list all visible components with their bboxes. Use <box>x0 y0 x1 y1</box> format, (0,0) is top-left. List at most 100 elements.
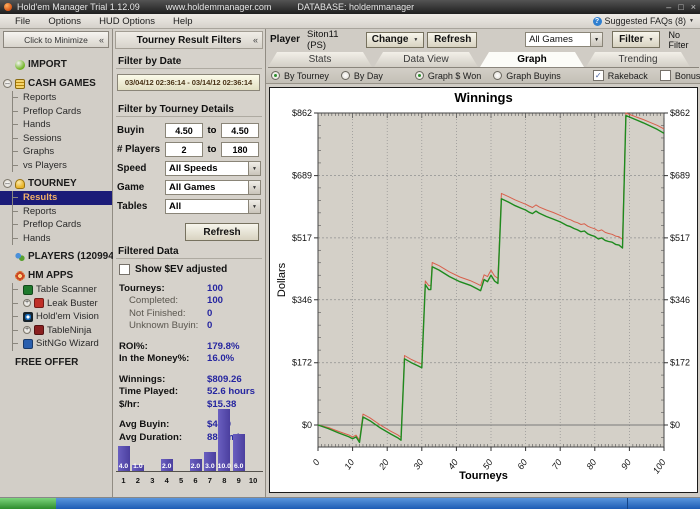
nav-section-free-offer[interactable]: FREE OFFER <box>0 355 112 370</box>
sidebar-minimize-button[interactable]: Click to Minimize « <box>3 31 109 48</box>
players-from-input[interactable] <box>165 142 203 157</box>
tree-connector <box>12 118 20 132</box>
window-site-label: www.holdemmanager.com <box>165 2 272 12</box>
filter-by-date-label: Filter by Date <box>118 56 182 67</box>
suggested-faqs-button[interactable]: ? Suggested FAQs (8) ▼ <box>592 16 694 26</box>
histogram-x-label: 1 <box>121 476 126 485</box>
stat-row-tourneys: Tourneys: 100 <box>119 282 259 295</box>
tab-trending[interactable]: Trending <box>586 52 690 67</box>
player-refresh-button[interactable]: Refresh <box>427 31 478 48</box>
filter-button[interactable]: Filter ▼ <box>612 31 661 48</box>
checkbox-bonuses[interactable] <box>659 70 671 81</box>
menu-item-file[interactable]: File <box>6 16 39 27</box>
nav-section-cash-games[interactable]: – CASH GAMES <box>0 76 112 91</box>
player-label: Player <box>270 34 301 45</box>
refresh-button[interactable]: Refresh <box>185 223 259 241</box>
minimize-label: Click to Minimize <box>24 34 88 45</box>
nav-item-sessions[interactable]: Sessions <box>0 131 112 145</box>
histogram-x-label: 3 <box>150 476 155 485</box>
nav-item-label: Reports <box>23 92 57 104</box>
svg-text:$172: $172 <box>291 358 311 368</box>
nav-section-tourney[interactable]: – TOURNEY <box>0 176 112 191</box>
change-label: Change <box>371 34 409 45</box>
show-ev-adjusted-checkbox[interactable] <box>119 264 130 275</box>
nav-section-hm-apps[interactable]: HM APPS <box>0 268 112 283</box>
histogram-x-label: 8 <box>222 476 227 485</box>
nav-section-players-120994[interactable]: PLAYERS (120994) <box>0 249 117 264</box>
nav-item-vs-players[interactable]: vs Players <box>0 158 112 172</box>
minimize-button[interactable]: – <box>666 0 671 14</box>
nav-item-preflop-cards[interactable]: Preflop Cards <box>0 218 112 232</box>
dropdown-arrow-icon[interactable]: ▼ <box>248 162 260 175</box>
games-dropdown-value: All Games <box>529 34 573 45</box>
dropdown-arrow-icon[interactable]: ▼ <box>248 200 260 213</box>
tab-data-view[interactable]: Data View <box>374 52 478 67</box>
divider <box>116 116 262 117</box>
svg-text:$689: $689 <box>670 171 690 181</box>
stat-value: 0 <box>207 307 213 319</box>
tree-expander-icon[interactable]: + <box>23 326 31 335</box>
nav-item-sitngo-wizard[interactable]: SitNGo Wizard <box>0 337 112 351</box>
window-controls: – □ × <box>666 0 696 14</box>
tree-expander-icon[interactable]: – <box>3 79 12 88</box>
tab-stats[interactable]: Stats <box>268 52 372 67</box>
radio-graph-won[interactable] <box>414 71 424 80</box>
nav-section-label: PLAYERS (120994) <box>28 251 118 262</box>
tree-connector <box>12 231 20 245</box>
speed-dropdown[interactable]: All Speeds ▼ <box>165 161 261 176</box>
tourney-filter-panel: Tourney Result Filters « Filter by Date … <box>113 29 266 497</box>
dropdown-arrow-icon[interactable]: ▼ <box>590 33 603 46</box>
nav-item-results[interactable]: Results <box>0 191 112 205</box>
game-dropdown[interactable]: All Games ▼ <box>165 180 261 195</box>
nav-item-tableninja[interactable]: + TableNinja <box>0 323 112 337</box>
games-dropdown[interactable]: All Games ▼ <box>525 32 604 47</box>
svg-text:$346: $346 <box>291 295 311 305</box>
nav-item-reports[interactable]: Reports <box>0 204 112 218</box>
buyin-from-input[interactable] <box>165 123 203 138</box>
stat-value: $809.26 <box>207 373 242 385</box>
stat-label: Unknown Buyin: <box>129 320 199 332</box>
tree-connector <box>12 91 20 105</box>
tree-expander-icon[interactable]: – <box>3 179 12 188</box>
radio-label: Graph $ Won <box>427 70 482 81</box>
menu-item-hud-options[interactable]: HUD Options <box>90 16 164 27</box>
players-to-input[interactable] <box>221 142 259 157</box>
filter-row-speed: Speed All Speeds ▼ <box>117 160 261 177</box>
svg-text:$517: $517 <box>670 233 690 243</box>
checkbox-label: Rakeback <box>607 70 648 81</box>
nav-item-reports[interactable]: Reports <box>0 91 112 105</box>
tab-graph[interactable]: Graph <box>480 52 584 67</box>
nav-item-label: vs Players <box>23 159 67 171</box>
radio-graph-buyins[interactable] <box>493 71 503 80</box>
nav-item-leak-buster[interactable]: + Leak Buster <box>0 296 112 310</box>
maximize-button[interactable]: □ <box>678 0 683 14</box>
nav-item-hands[interactable]: Hands <box>0 231 112 245</box>
tree-expander-icon[interactable]: + <box>23 299 31 308</box>
dropdown-value: All Speeds <box>169 163 218 174</box>
radio-by-tourney[interactable] <box>271 71 280 80</box>
nav-item-label: Reports <box>23 205 57 217</box>
show-ev-adjusted-label: Show $EV adjusted <box>135 264 228 275</box>
date-range-button[interactable]: 03/04/12 02:36:14 - 03/14/12 02:36:14 <box>117 74 260 91</box>
tables-dropdown[interactable]: All ▼ <box>165 199 261 214</box>
nav-section-label: FREE OFFER <box>15 356 79 368</box>
filtered-data-label: Filtered Data <box>118 246 179 257</box>
nav-item-graphs[interactable]: Graphs <box>0 145 112 159</box>
nav-item-preflop-cards[interactable]: Preflop Cards <box>0 104 112 118</box>
change-player-button[interactable]: Change ▼ <box>366 31 425 48</box>
dropdown-arrow-icon[interactable]: ▼ <box>248 181 260 194</box>
menu-item-options[interactable]: Options <box>39 16 90 27</box>
nav-item-hold-em-vision[interactable]: Hold'em Vision <box>0 310 112 324</box>
nav-item-table-scanner[interactable]: Table Scanner <box>0 283 112 297</box>
import-icon <box>15 59 25 70</box>
nav-section-import[interactable]: IMPORT <box>0 57 112 72</box>
stat-label: Winnings: <box>119 373 166 385</box>
buyin-to-input[interactable] <box>221 123 259 138</box>
checkbox-rakeback[interactable]: ✓ <box>592 70 604 81</box>
menu-item-help[interactable]: Help <box>164 16 202 27</box>
tree-connector <box>12 131 20 145</box>
radio-by-day[interactable] <box>340 71 350 80</box>
tree-connector <box>12 145 20 159</box>
nav-item-hands[interactable]: Hands <box>0 118 112 132</box>
close-button[interactable]: × <box>691 0 696 14</box>
